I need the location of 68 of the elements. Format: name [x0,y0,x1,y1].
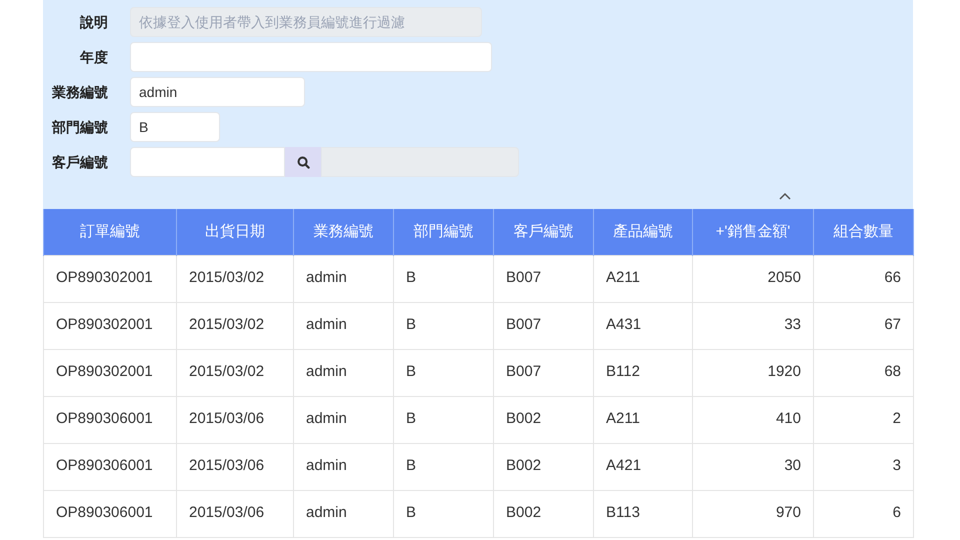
table-cell: 2015/03/02 [176,349,294,396]
column-header[interactable]: 部門編號 [394,209,494,255]
table-cell: 30 [692,443,814,490]
column-header[interactable]: +'銷售金額' [692,209,814,255]
table-cell: 410 [692,396,814,443]
table-cell: A421 [594,443,692,490]
input-field[interactable] [130,42,492,72]
table-cell: A431 [594,302,692,349]
table-cell: 2050 [692,255,814,302]
column-header[interactable]: 出貨日期 [176,209,294,255]
column-header[interactable]: 業務編號 [294,209,394,255]
table-cell: B002 [494,396,594,443]
table-cell: 33 [692,302,814,349]
table-cell: B007 [494,302,594,349]
table-cell: admin [294,490,394,537]
table-cell: B [394,490,494,537]
table-cell: B [394,443,494,490]
table-cell: 2015/03/02 [176,302,294,349]
table-cell: B007 [494,349,594,396]
table-cell: admin [294,302,394,349]
collapse-icon[interactable] [779,192,791,200]
search-icon [296,156,310,168]
table-cell: B [394,302,494,349]
table-cell: B002 [494,490,594,537]
table-cell: admin [294,349,394,396]
table-cell: 66 [814,255,914,302]
column-header[interactable]: 訂單編號 [44,209,176,255]
column-header[interactable]: 產品編號 [594,209,692,255]
table-cell: 1920 [692,349,814,396]
table-cell: 970 [692,490,814,537]
field-label: 業務編號 [51,82,108,102]
table-cell: OP890306001 [44,443,176,490]
table-cell: 2 [814,396,914,443]
table-cell: 6 [814,490,914,537]
table-cell: B007 [494,255,594,302]
table-cell: 67 [814,302,914,349]
field-label: 說明 [78,12,108,32]
table-cell: B [394,396,494,443]
table-cell: OP890306001 [44,396,176,443]
table-cell: 2015/03/06 [176,443,294,490]
table-cell: OP890302001 [44,349,176,396]
field-label: 部門編號 [50,118,108,136]
table-cell: 3 [814,443,914,490]
table-cell: A211 [594,396,692,443]
table-cell: 2015/03/02 [176,255,294,302]
input-field[interactable] [130,147,285,177]
column-header[interactable]: 客戶編號 [494,209,594,255]
input-field[interactable]: B [130,112,220,142]
table-cell: admin [294,396,394,443]
table-cell: OP890302001 [44,255,176,302]
table-cell: B002 [494,443,594,490]
table-cell: B [394,349,494,396]
table-cell: OP890302001 [44,302,176,349]
table-cell: 2015/03/06 [176,490,294,537]
table-cell: admin [294,255,394,302]
table-cell: admin [294,443,394,490]
search-button[interactable] [285,147,321,177]
table-cell: B113 [594,490,692,537]
table-cell: B112 [594,349,692,396]
table-cell: B [394,255,494,302]
column-header[interactable]: 組合數量 [814,209,914,255]
table-cell: OP890306001 [44,490,176,537]
input-field[interactable]: admin [130,77,305,107]
field-label: 年度 [78,48,108,66]
field-label: 客戶編號 [51,152,108,172]
table-cell: A211 [594,255,692,302]
table-cell: 68 [814,349,914,396]
table-cell: 2015/03/06 [176,396,294,443]
